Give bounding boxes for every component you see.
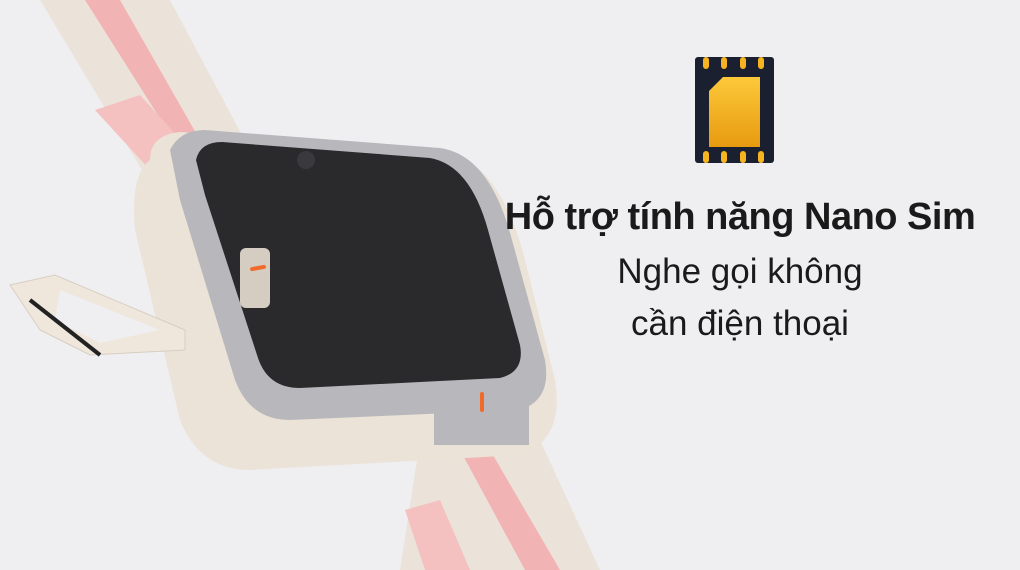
feature-headline: Hỗ trợ tính năng Nano Sim bbox=[504, 196, 976, 238]
feature-subtitle-line-1: Nghe gọi không bbox=[617, 252, 863, 291]
watch-body bbox=[134, 130, 557, 470]
feature-subtitle-line-2: cần điện thoại bbox=[631, 304, 849, 343]
nano-sim-card-icon bbox=[695, 57, 774, 163]
